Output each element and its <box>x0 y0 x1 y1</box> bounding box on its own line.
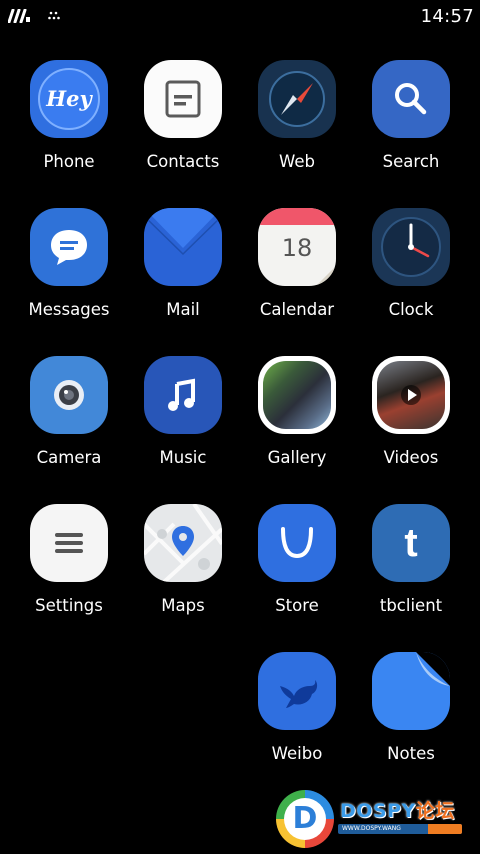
app-label: Settings <box>35 596 103 615</box>
app-tbclient[interactable]: t tbclient <box>354 504 468 652</box>
activity-dots-icon <box>48 11 60 20</box>
note-page-icon <box>372 652 450 730</box>
app-label: Music <box>159 448 207 467</box>
app-clock[interactable]: Clock <box>354 208 468 356</box>
app-messages[interactable]: Messages <box>12 208 126 356</box>
watermark-title-cn: 论坛 <box>415 800 455 822</box>
search-icon <box>372 60 450 138</box>
compass-icon <box>258 60 336 138</box>
watermark-circle-icon: D <box>276 790 334 848</box>
app-label: Notes <box>387 744 435 763</box>
forum-watermark-logo: D DOSPY论坛 WWW.DOSPY.WANG <box>276 790 466 850</box>
app-label: tbclient <box>379 596 443 615</box>
chat-bubble-icon <box>30 208 108 286</box>
tbclient-letter: t <box>404 520 418 565</box>
app-settings[interactable]: Settings <box>12 504 126 652</box>
calendar-day: 18 <box>281 234 313 262</box>
app-label: Weibo <box>271 744 323 763</box>
app-store[interactable]: Store <box>240 504 354 652</box>
app-label: Clock <box>388 300 434 319</box>
clock-icon <box>372 208 450 286</box>
watermark-url: WWW.DOSPY.WANG <box>342 825 401 832</box>
app-label: Videos <box>383 448 439 467</box>
app-phone[interactable]: Hey Phone <box>12 60 126 208</box>
video-play-icon <box>372 356 450 434</box>
watermark-title-latin: DOSPY <box>340 800 416 822</box>
watermark-letter: D <box>284 798 326 840</box>
watermark-accent <box>428 824 462 834</box>
app-label: Maps <box>161 596 205 615</box>
watermark-url-bar: WWW.DOSPY.WANG <box>338 824 462 834</box>
map-pin-icon <box>144 504 222 582</box>
app-label: Web <box>279 152 315 171</box>
gallery-thumbnail-icon <box>258 356 336 434</box>
phone-icon-text: Hey <box>46 86 92 111</box>
app-grid: Hey Phone Contacts Web Search Messages M… <box>12 60 468 800</box>
music-note-icon <box>144 356 222 434</box>
calendar-icon: 18 <box>258 208 336 286</box>
empty-slot <box>126 652 240 800</box>
tumblr-t-icon: t <box>372 504 450 582</box>
camera-lens-icon <box>30 356 108 434</box>
app-maps[interactable]: Maps <box>126 504 240 652</box>
app-music[interactable]: Music <box>126 356 240 504</box>
empty-slot <box>12 652 126 800</box>
contacts-icon <box>144 60 222 138</box>
app-label: Messages <box>28 300 110 319</box>
app-label: Store <box>275 596 319 615</box>
network-signal-icon <box>8 9 30 23</box>
app-gallery[interactable]: Gallery <box>240 356 354 504</box>
app-label: Phone <box>43 152 95 171</box>
status-time: 14:57 <box>420 6 474 27</box>
envelope-icon <box>144 208 222 286</box>
app-calendar[interactable]: 18 Calendar <box>240 208 354 356</box>
app-videos[interactable]: Videos <box>354 356 468 504</box>
app-notes[interactable]: Notes <box>354 652 468 800</box>
app-label: Mail <box>166 300 200 319</box>
app-label: Search <box>382 152 440 171</box>
bird-icon <box>258 652 336 730</box>
status-bar: 14:57 <box>0 0 480 34</box>
watermark-title: DOSPY论坛 <box>340 796 455 823</box>
app-camera[interactable]: Camera <box>12 356 126 504</box>
app-label: Gallery <box>267 448 327 467</box>
app-weibo[interactable]: Weibo <box>240 652 354 800</box>
app-label: Contacts <box>146 152 220 171</box>
app-contacts[interactable]: Contacts <box>126 60 240 208</box>
app-label: Calendar <box>259 300 335 319</box>
menu-lines-icon <box>30 504 108 582</box>
hey-icon: Hey <box>30 60 108 138</box>
app-mail[interactable]: Mail <box>126 208 240 356</box>
app-web[interactable]: Web <box>240 60 354 208</box>
app-label: Camera <box>36 448 102 467</box>
store-bag-icon <box>258 504 336 582</box>
app-search[interactable]: Search <box>354 60 468 208</box>
